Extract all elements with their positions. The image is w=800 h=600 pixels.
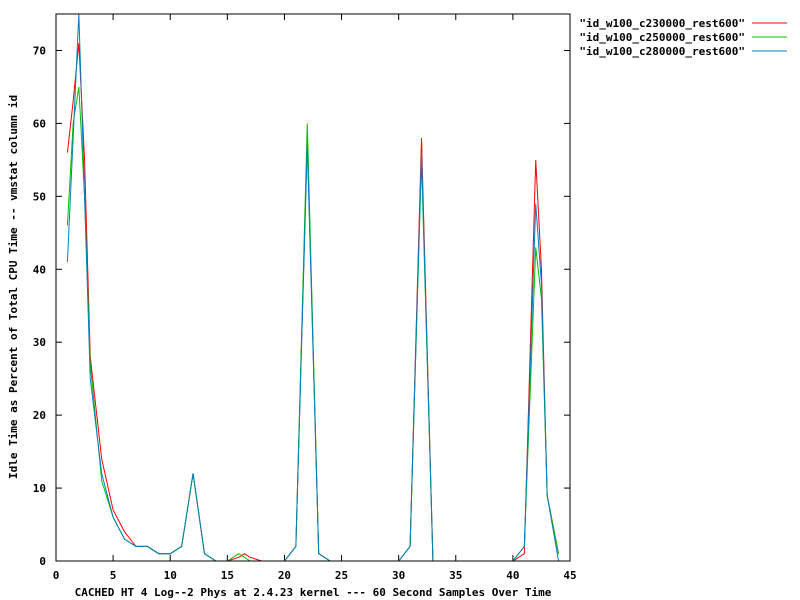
x-tick-label: 5 [110,569,117,582]
x-tick-label: 30 [392,569,405,582]
y-tick-label: 20 [33,409,46,422]
y-tick-label: 30 [33,336,46,349]
x-tick-label: 20 [278,569,291,582]
y-tick-label: 70 [33,44,46,57]
legend: "id_w100_c230000_rest600""id_w100_c25000… [579,17,787,58]
axis-ticks: 0 5 10 15 20 25 30 35 40 45 0 10 20 30 40 50 60 70 [33,14,577,582]
x-axis-label: CACHED HT 4 Log--2 Phys at 2.4.23 kernel… [75,586,552,599]
y-tick-label: 10 [33,482,46,495]
y-tick-label: 40 [33,263,46,276]
x-tick-label: 45 [563,569,576,582]
line-chart: 0 5 10 15 20 25 30 35 40 45 0 10 20 30 40 50 60 70 CACHED… [7,13,787,599]
x-tick-label: 0 [53,569,60,582]
legend-label-3: "id_w100_c280000_rest600" [579,45,745,58]
plot-frame [55,13,571,562]
x-tick-label: 25 [335,569,348,582]
x-tick-label: 35 [449,569,462,582]
legend-label-1: "id_w100_c230000_rest600" [579,17,745,30]
series-lines [66,13,560,562]
series-line-1 [66,43,560,562]
y-tick-label: 50 [33,190,46,203]
series-line-2 [66,86,560,562]
x-tick-label: 10 [164,569,177,582]
x-tick-label: 40 [506,569,519,582]
series-line-3 [66,13,560,562]
legend-label-2: "id_w100_c250000_rest600" [579,31,745,44]
y-tick-label: 60 [33,117,46,130]
x-tick-label: 15 [221,569,234,582]
y-axis-label: Idle Time as Percent of Total CPU Time -… [7,95,20,479]
y-tick-label: 0 [39,555,46,568]
